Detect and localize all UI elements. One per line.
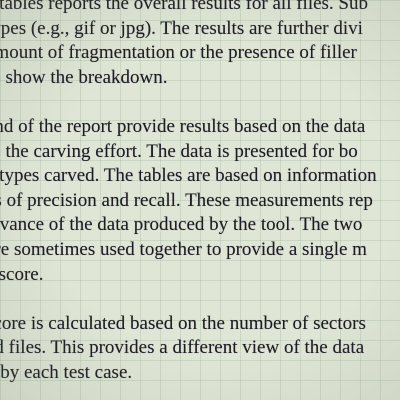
text-line: to the carving effort. The data is prese… — [0, 140, 358, 162]
text-line: e tables reports the overall results for… — [0, 0, 369, 14]
text-line: levance of the data produced by the tool… — [0, 214, 363, 236]
text-line: to show the breakdown. — [0, 66, 168, 88]
text-line: amount of fragmentation or the presence … — [0, 42, 357, 64]
text-line: types (e.g., gif or jpg). The results ar… — [0, 17, 363, 39]
text-line: are sometimes used together to provide a… — [0, 238, 367, 260]
text-line: es of precision and recall. These measur… — [0, 189, 373, 211]
text-line: f-score. — [0, 263, 44, 285]
text-line: ed files. This provides a different view… — [0, 337, 365, 359]
text-line: e types carved. The tables are based on … — [0, 165, 377, 187]
paragraph-sector-score: score is calculated based on the number … — [0, 312, 400, 386]
text-line: score is calculated based on the number … — [0, 312, 366, 334]
text-line: d by each test case. — [0, 361, 133, 383]
document-page: e tables reports the overall results for… — [0, 0, 400, 400]
paragraph-results-overview: e tables reports the overall results for… — [0, 0, 400, 90]
text-line: end of the report provide results based … — [0, 115, 366, 137]
paragraph-precision-recall: end of the report provide results based … — [0, 115, 400, 287]
